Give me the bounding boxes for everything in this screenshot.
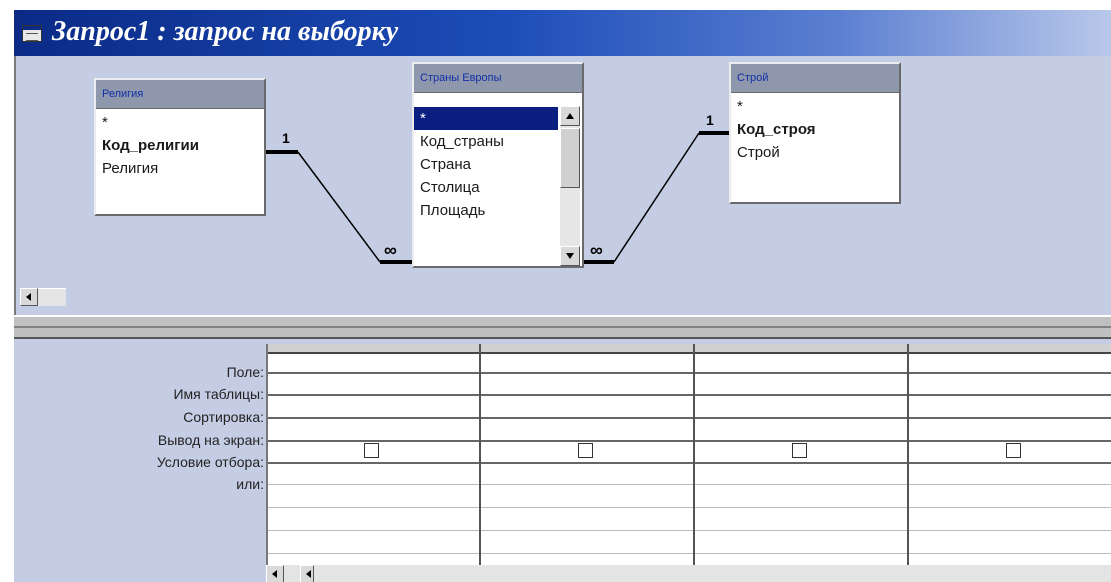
field-capital[interactable]: Столица: [414, 176, 558, 199]
grid-horizontal-scrollbar[interactable]: [266, 565, 1111, 582]
grid-row-divider: [268, 440, 1111, 442]
table-title-religion[interactable]: Религия: [96, 80, 264, 109]
query-design-grid[interactable]: [266, 344, 1111, 569]
scroll-left-arrow-icon[interactable]: [20, 288, 38, 306]
grid-column-selector-bar[interactable]: [268, 344, 1111, 354]
field-asterisk-selected[interactable]: *: [414, 107, 558, 130]
field-system[interactable]: Строй: [731, 141, 899, 164]
show-checkbox-col3[interactable]: [792, 443, 807, 458]
table-title-system[interactable]: Строй: [731, 64, 899, 93]
grid-row-divider: [268, 530, 1111, 531]
relation-many-label: ∞: [384, 240, 397, 260]
table-box-religion[interactable]: Религия * Код_религии Религия: [94, 78, 266, 216]
scroll-thumb[interactable]: [300, 565, 314, 582]
grid-row-divider: [268, 394, 1111, 396]
query-window-icon[interactable]: [22, 25, 42, 42]
grid-row-divider: [268, 417, 1111, 419]
table-box-countries[interactable]: Страны Европы * Код_страны Страна Столиц…: [412, 62, 584, 268]
window-title: Запрос1 : запрос на выборку: [52, 16, 399, 47]
field-asterisk[interactable]: *: [731, 95, 899, 118]
grid-row-labels: Поле: Имя таблицы: Сортировка: Вывод на …: [14, 339, 264, 582]
title-bar[interactable]: Запрос1 : запрос на выборку: [14, 10, 1111, 56]
row-label-field: Поле:: [226, 364, 264, 380]
grid-row-divider: [268, 462, 1111, 464]
field-religion-code[interactable]: Код_религии: [96, 134, 264, 157]
scroll-thumb[interactable]: [560, 128, 580, 188]
field-area[interactable]: Площадь: [414, 199, 558, 222]
pane-splitter[interactable]: [14, 315, 1111, 339]
grid-row-divider: [268, 484, 1111, 485]
show-checkbox-col2[interactable]: [578, 443, 593, 458]
relation-many-label: ∞: [590, 240, 603, 260]
field-country-code[interactable]: Код_страны: [414, 130, 558, 153]
scroll-left-arrow-icon[interactable]: [266, 565, 284, 582]
relation-one-label: 1: [282, 130, 290, 146]
table-title-countries[interactable]: Страны Европы: [414, 64, 582, 93]
row-label-criteria: Условие отбора:: [156, 454, 264, 470]
grid-column-divider: [693, 344, 695, 569]
show-checkbox-col1[interactable]: [364, 443, 379, 458]
grid-row-divider: [268, 372, 1111, 374]
show-checkbox-col4[interactable]: [1006, 443, 1021, 458]
row-label-table-name: Имя таблицы:: [173, 386, 264, 402]
table-pane-horizontal-scrollbar[interactable]: [20, 288, 70, 308]
field-asterisk[interactable]: *: [96, 111, 264, 134]
relation-one-label: 1: [706, 112, 714, 128]
grid-column-divider: [479, 344, 481, 569]
scroll-track[interactable]: [38, 288, 66, 306]
table-box-system[interactable]: Строй * Код_строя Строй: [729, 62, 901, 204]
row-label-show: Вывод на экран:: [157, 432, 264, 448]
grid-row-divider: [268, 507, 1111, 508]
design-grid-pane: Поле: Имя таблицы: Сортировка: Вывод на …: [14, 339, 1111, 582]
field-religion[interactable]: Религия: [96, 157, 264, 180]
grid-column-divider: [907, 344, 909, 569]
row-label-or: или:: [236, 476, 264, 492]
query-designer-window: Запрос1 : запрос на выборку Религия * Ко…: [0, 0, 1111, 582]
scroll-up-arrow-icon[interactable]: [560, 106, 580, 126]
row-label-sort: Сортировка:: [183, 409, 264, 425]
field-system-code[interactable]: Код_строя: [731, 118, 899, 141]
scroll-down-arrow-icon[interactable]: [560, 246, 580, 266]
countries-vertical-scrollbar[interactable]: [560, 106, 580, 266]
grid-row-divider: [268, 553, 1111, 554]
field-country[interactable]: Страна: [414, 153, 558, 176]
